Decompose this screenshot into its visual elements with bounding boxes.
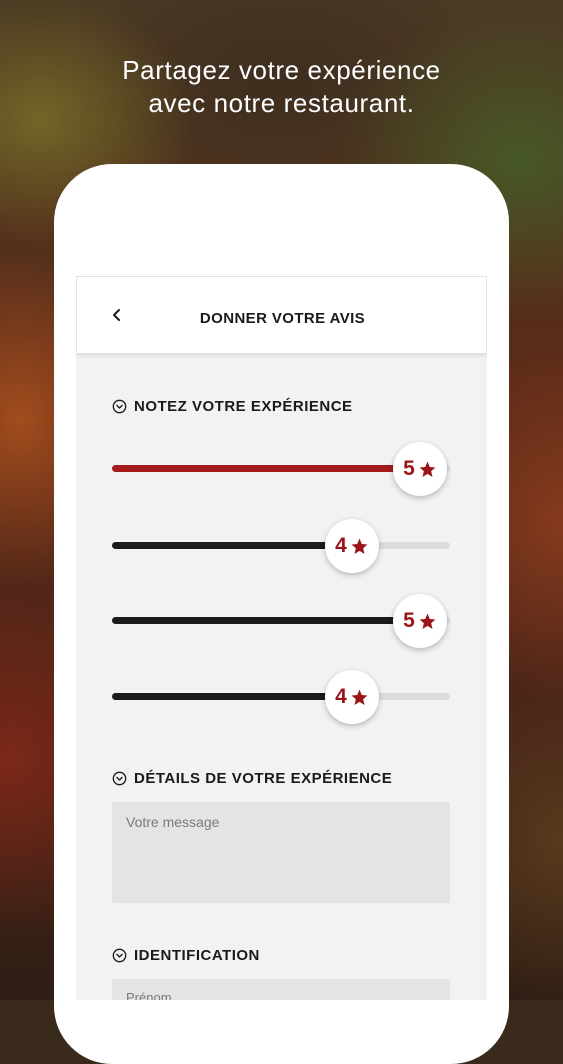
slider-knob[interactable]: 4 bbox=[325, 519, 379, 573]
rating-value: 5 bbox=[403, 457, 415, 480]
slider-fill bbox=[112, 693, 352, 700]
message-textarea[interactable]: Votre message bbox=[112, 802, 450, 903]
section-title-details-label: DÉTAILS DE VOTRE EXPÉRIENCE bbox=[134, 769, 393, 787]
slider-knob[interactable]: 4 bbox=[325, 670, 379, 724]
headline-line-1: Partagez votre expérience bbox=[122, 55, 441, 85]
app-bar: DONNER VOTRE AVIS bbox=[76, 276, 487, 354]
slider-fill bbox=[112, 465, 420, 472]
review-screen: DONNER VOTRE AVIS NOTEZ VOTRE EXPÉRIENCE… bbox=[76, 276, 487, 1000]
message-placeholder: Votre message bbox=[126, 814, 220, 830]
star-icon bbox=[419, 613, 436, 629]
page-title: DONNER VOTRE AVIS bbox=[199, 310, 366, 327]
section-title-details[interactable]: DÉTAILS DE VOTRE EXPÉRIENCE bbox=[112, 768, 392, 788]
headline-line-2: avec notre restaurant. bbox=[148, 88, 415, 118]
section-title-identification-label: IDENTIFICATION bbox=[134, 946, 260, 964]
rating-value: 4 bbox=[335, 685, 347, 708]
star-icon bbox=[351, 689, 368, 705]
slider-fill bbox=[112, 617, 420, 624]
slider-knob[interactable]: 5 bbox=[393, 594, 447, 648]
section-title-rating[interactable]: NOTEZ VOTRE EXPÉRIENCE bbox=[112, 396, 353, 416]
rating-slider-4[interactable]: 4 bbox=[112, 667, 450, 727]
chevron-down-circle-icon bbox=[112, 771, 127, 785]
rating-slider-1[interactable]: 5 bbox=[112, 439, 450, 499]
rating-slider-2[interactable]: 4 bbox=[112, 516, 450, 576]
chevron-down-circle-icon bbox=[112, 399, 127, 413]
slider-knob[interactable]: 5 bbox=[393, 442, 447, 496]
slider-fill bbox=[112, 542, 352, 549]
star-icon bbox=[351, 538, 368, 554]
section-title-rating-label: NOTEZ VOTRE EXPÉRIENCE bbox=[134, 397, 353, 415]
firstname-input[interactable]: Prénom bbox=[112, 979, 450, 1000]
chevron-down-circle-icon bbox=[112, 948, 127, 962]
star-icon bbox=[419, 461, 436, 477]
rating-value: 5 bbox=[403, 609, 415, 632]
section-title-identification[interactable]: IDENTIFICATION bbox=[112, 945, 260, 965]
firstname-placeholder: Prénom bbox=[126, 990, 172, 1000]
rating-slider-3[interactable]: 5 bbox=[112, 591, 450, 651]
rating-value: 4 bbox=[335, 534, 347, 557]
headline: Partagez votre expérience avec notre res… bbox=[0, 54, 563, 120]
